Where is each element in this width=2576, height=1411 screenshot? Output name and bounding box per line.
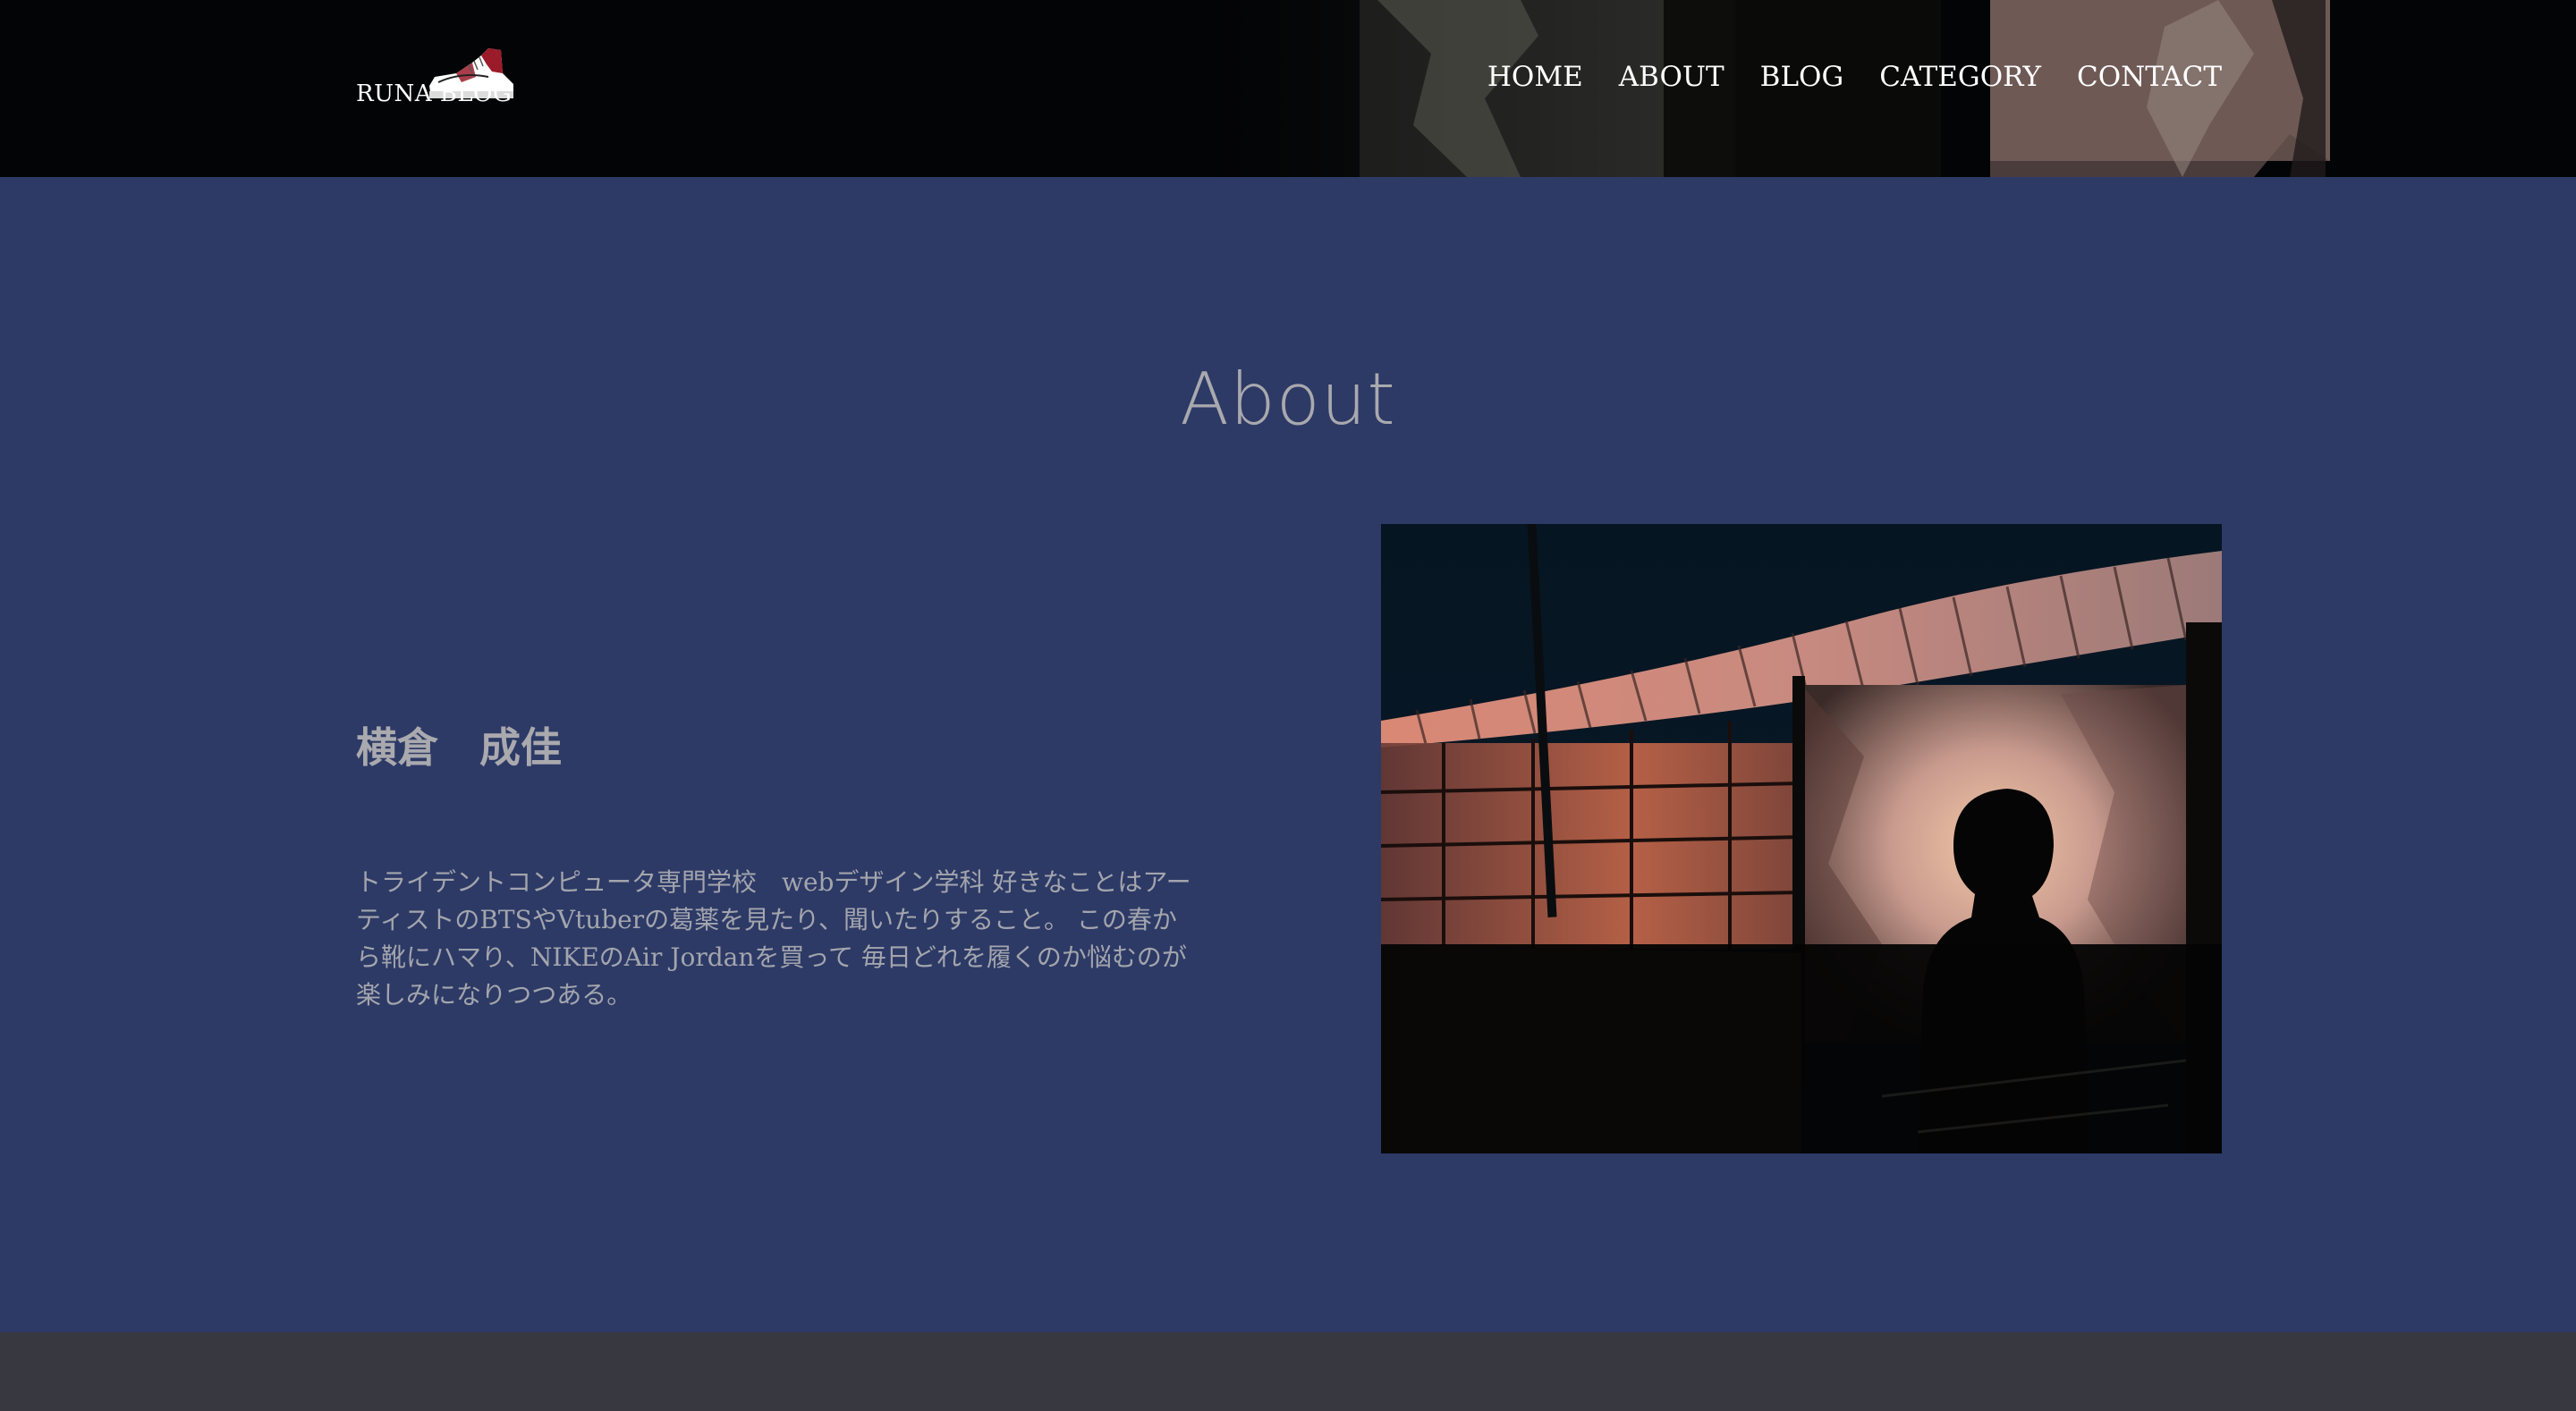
nav-blog[interactable]: BLOG: [1760, 61, 1844, 93]
nav-contact[interactable]: CONTACT: [2077, 61, 2222, 93]
section-title: About: [1180, 358, 1396, 441]
logo-text: RUNA BLOG: [356, 80, 513, 107]
main-nav: HOME ABOUT BLOG CATEGORY CONTACT: [1487, 61, 2222, 93]
author-name: 横倉 成佳: [356, 723, 562, 772]
profile-photo: [1381, 524, 2222, 1153]
site-logo[interactable]: RUNA BLOG: [354, 46, 533, 109]
nav-home[interactable]: HOME: [1487, 61, 1583, 93]
nav-category[interactable]: CATEGORY: [1879, 61, 2041, 93]
author-bio: トライデントコンピュータ専門学校 webデザイン学科 好きなことはアーティストの…: [356, 867, 1191, 1010]
site-header: RUNA BLOG HOME ABOUT BLOG CATEGORY CONTA…: [0, 0, 2576, 177]
nav-about[interactable]: ABOUT: [1619, 61, 1724, 93]
site-footer: [0, 1332, 2576, 1411]
